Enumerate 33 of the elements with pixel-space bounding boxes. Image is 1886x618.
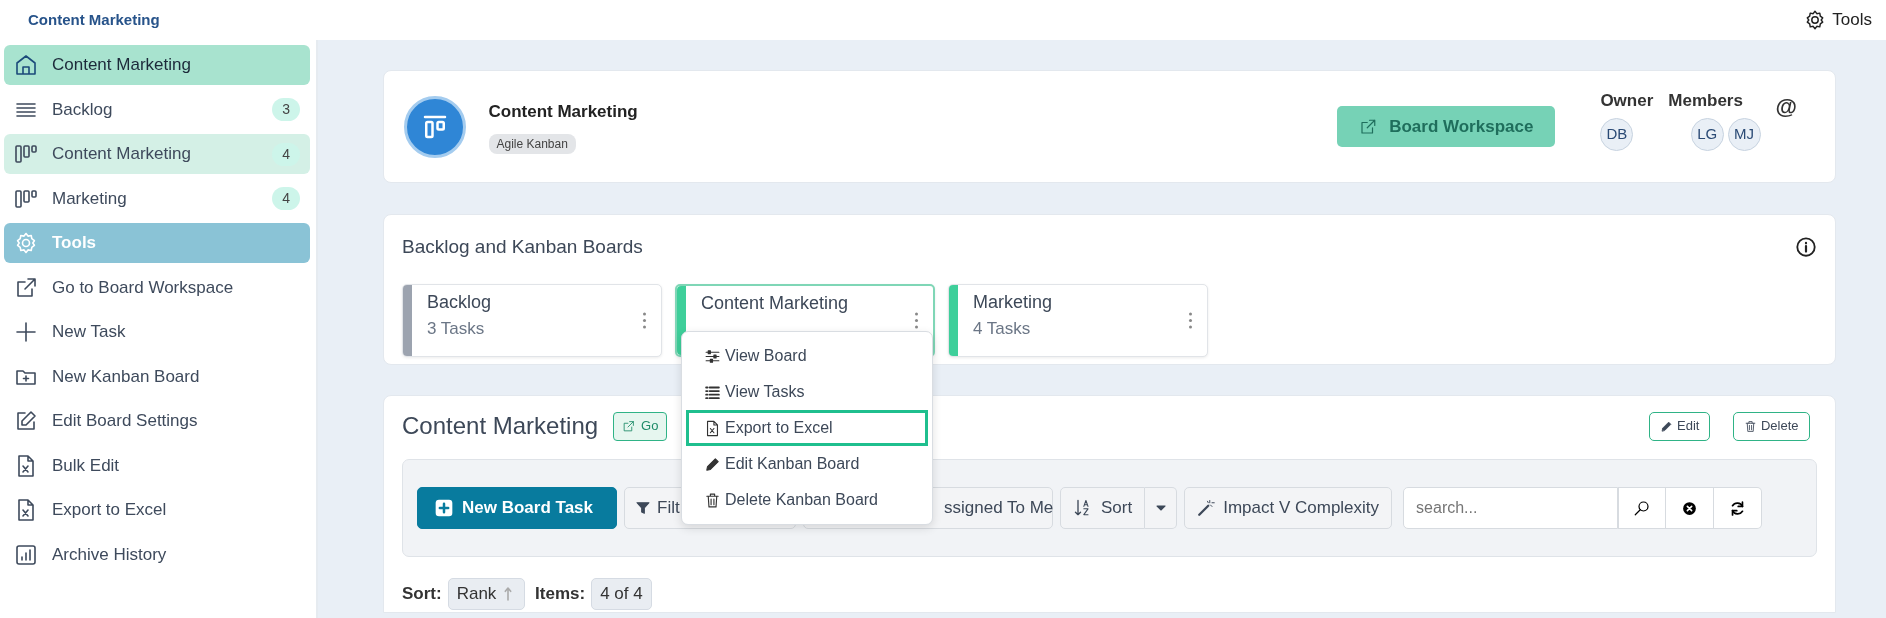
count-badge: 4 (272, 187, 300, 210)
app-title: Content Marketing (28, 9, 160, 30)
board-title: Content Marketing (488, 100, 638, 123)
sidebar-label: Go to Board Workspace (52, 276, 234, 299)
board-name: Backlog (427, 290, 492, 314)
sidebar-label: Marketing (52, 187, 127, 210)
members-label: Members (1668, 90, 1743, 113)
sidebar-label: New Task (52, 321, 126, 344)
sidebar-label: Bulk Edit (52, 454, 120, 477)
task-count: 3 Tasks (427, 317, 486, 340)
sort-label: Sort: (402, 583, 442, 605)
section-title: Backlog and Kanban Boards (402, 235, 643, 259)
sidebar-label: Content Marketing (52, 143, 191, 166)
count-badge: 4 (272, 142, 300, 166)
sidebar-label: Tools (52, 232, 97, 255)
sidebar-label: New Kanban Board (52, 365, 200, 388)
items-label: Items: (535, 583, 586, 605)
count-badge: 3 (272, 98, 300, 121)
board-name: Content Marketing (701, 291, 849, 315)
sidebar-label: Export to Excel (52, 499, 167, 522)
sidebar-label: Content Marketing (52, 54, 191, 77)
avatar: MJ (1727, 117, 1761, 151)
task-count: 4 Tasks (973, 317, 1032, 340)
sidebar-label: Edit Board Settings (52, 410, 198, 433)
sidebar-label: Backlog (52, 98, 113, 121)
items-count: 4 of 4 (591, 578, 652, 610)
avatar: LG (1690, 117, 1724, 151)
avatar: DB (1600, 117, 1634, 151)
board-name: Marketing (973, 290, 1053, 314)
sidebar-label: Archive History (52, 543, 167, 566)
owner-label: Owner (1600, 90, 1654, 113)
panel-title: Content Marketing (402, 411, 599, 441)
board-type-tag: Agile Kanban (488, 133, 576, 154)
